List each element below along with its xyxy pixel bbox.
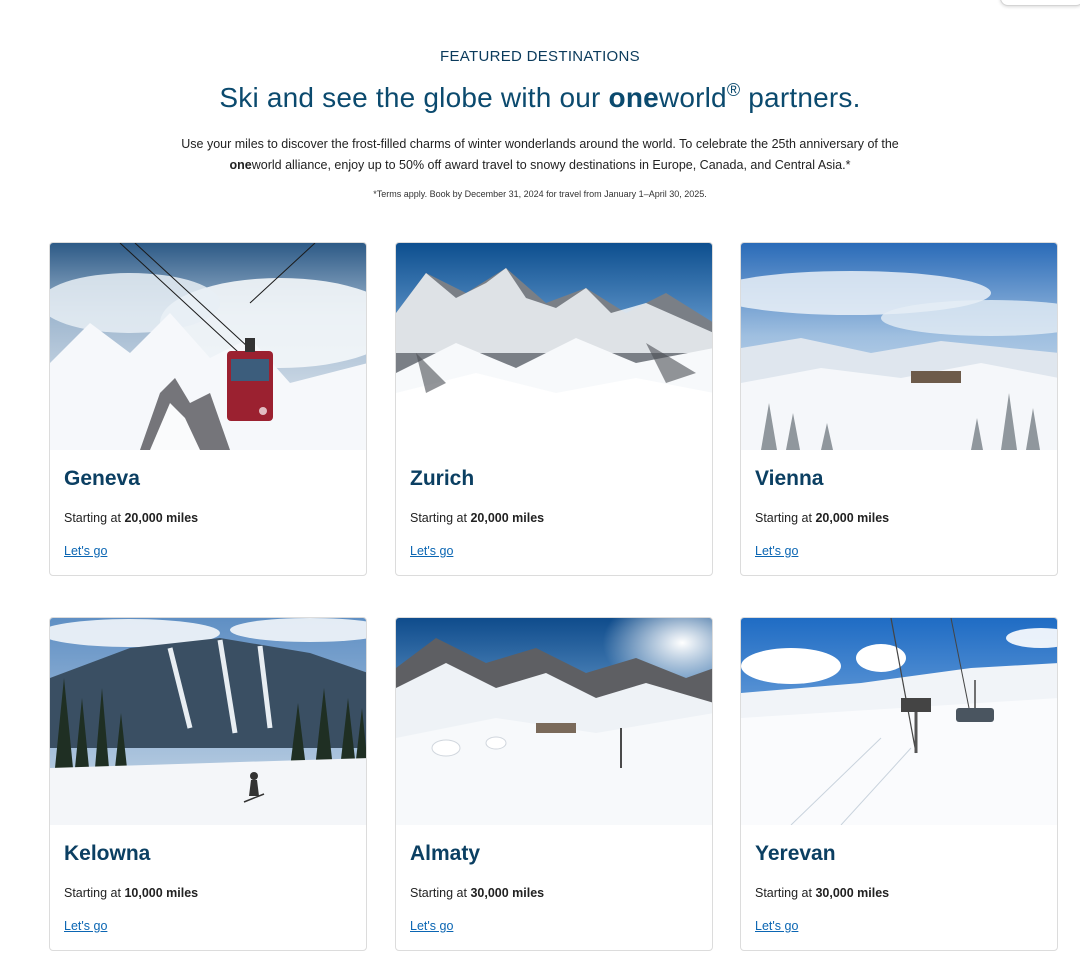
lets-go-link[interactable]: Let's go — [410, 919, 453, 933]
page-title: Ski and see the globe with our oneworld®… — [0, 80, 1080, 114]
lets-go-link[interactable]: Let's go — [64, 544, 107, 558]
lets-go-link[interactable]: Let's go — [64, 919, 107, 933]
intro-text: Use your miles to discover the frost-fil… — [170, 134, 910, 176]
destination-price: Starting at 30,000 miles — [755, 886, 889, 900]
price-miles: 20,000 miles — [470, 511, 545, 525]
destination-card-zurich[interactable]: Zurich Starting at 20,000 miles Let's go — [395, 242, 713, 576]
destination-city: Vienna — [755, 467, 824, 490]
terms-note: *Terms apply. Book by December 31, 2024 … — [373, 189, 707, 199]
intro-part-1: Use your miles to discover the frost-fil… — [181, 137, 899, 151]
destination-photo — [50, 618, 366, 825]
corner-tab[interactable] — [1000, 0, 1080, 6]
price-prefix: Starting at — [755, 511, 816, 525]
price-miles: 20,000 miles — [124, 511, 199, 525]
registered-mark: ® — [726, 80, 741, 100]
price-prefix: Starting at — [410, 886, 471, 900]
destination-city: Kelowna — [64, 842, 151, 865]
price-miles: 30,000 miles — [470, 886, 545, 900]
price-miles: 30,000 miles — [815, 886, 890, 900]
destination-price: Starting at 10,000 miles — [64, 886, 198, 900]
destination-photo — [741, 618, 1057, 825]
eyebrow-label: FEATURED DESTINATIONS — [440, 48, 640, 65]
destination-photo — [741, 243, 1057, 450]
destination-card-vienna[interactable]: Vienna Starting at 20,000 miles Let's go — [740, 242, 1058, 576]
headline-suffix: partners. — [740, 82, 861, 113]
intro-part-2: world alliance, enjoy up to 50% off awar… — [251, 158, 851, 172]
destination-price: Starting at 20,000 miles — [755, 511, 889, 525]
lets-go-link[interactable]: Let's go — [755, 919, 798, 933]
price-prefix: Starting at — [755, 886, 816, 900]
headline-prefix: Ski and see the globe with our — [219, 82, 609, 113]
destination-photo — [396, 243, 712, 450]
brand-world: world — [658, 82, 727, 113]
price-prefix: Starting at — [64, 886, 125, 900]
destination-photo — [50, 243, 366, 450]
destination-price: Starting at 20,000 miles — [410, 511, 544, 525]
price-prefix: Starting at — [64, 511, 125, 525]
price-miles: 10,000 miles — [124, 886, 199, 900]
destination-city: Zurich — [410, 467, 475, 490]
lets-go-link[interactable]: Let's go — [755, 544, 798, 558]
destination-price: Starting at 20,000 miles — [64, 511, 198, 525]
destination-city: Geneva — [64, 467, 140, 490]
brand-one: one — [608, 82, 659, 113]
destination-photo — [396, 618, 712, 825]
price-miles: 20,000 miles — [815, 511, 890, 525]
lets-go-link[interactable]: Let's go — [410, 544, 453, 558]
intro-brand-one: one — [229, 158, 252, 172]
destination-price: Starting at 30,000 miles — [410, 886, 544, 900]
destination-card-geneva[interactable]: Geneva Starting at 20,000 miles Let's go — [49, 242, 367, 576]
price-prefix: Starting at — [410, 511, 471, 525]
destination-city: Yerevan — [755, 842, 836, 865]
destination-card-almaty[interactable]: Almaty Starting at 30,000 miles Let's go — [395, 617, 713, 951]
destination-card-yerevan[interactable]: Yerevan Starting at 30,000 miles Let's g… — [740, 617, 1058, 951]
destination-city: Almaty — [410, 842, 481, 865]
destination-card-kelowna[interactable]: Kelowna Starting at 10,000 miles Let's g… — [49, 617, 367, 951]
